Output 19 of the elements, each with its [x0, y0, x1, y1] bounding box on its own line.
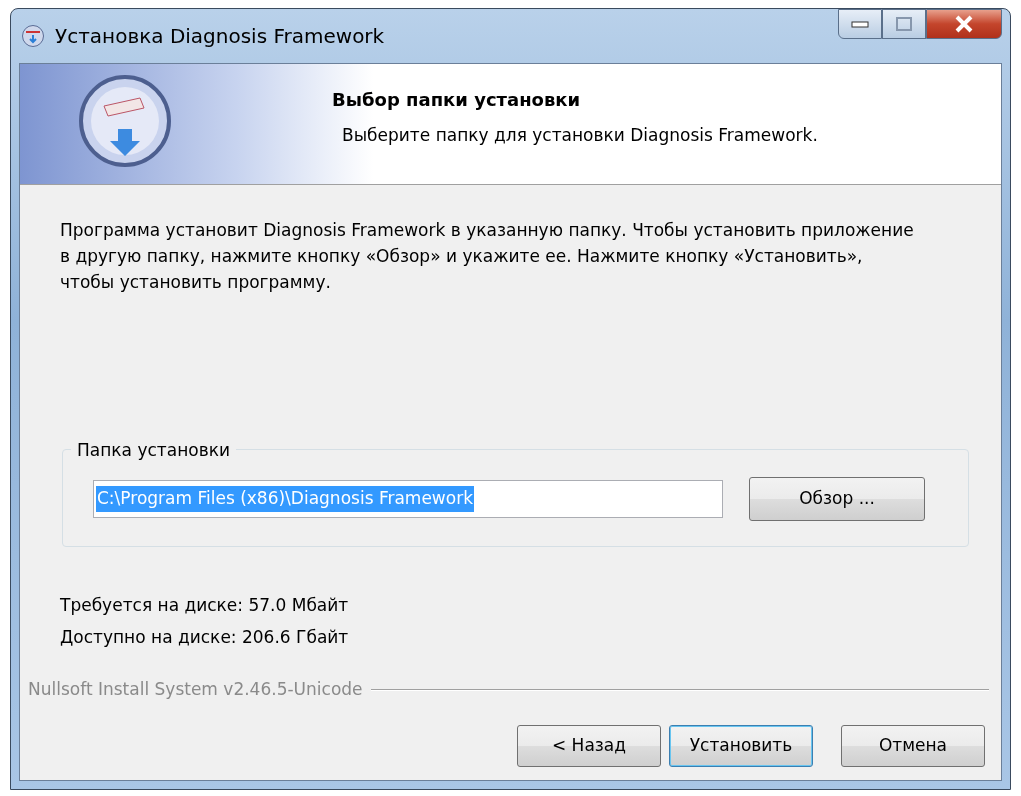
minimize-button[interactable] — [838, 9, 882, 39]
minimize-icon — [851, 20, 869, 28]
disk-space-text: Доступно на диске: 206.6 Гбайт — [60, 626, 350, 649]
close-button[interactable] — [926, 9, 1002, 39]
cancel-button[interactable]: Отмена — [841, 724, 985, 767]
maximize-icon — [895, 16, 913, 32]
branding-text: Nullsoft Install System v2.46.5-Unicode — [28, 678, 363, 701]
disk-space-text: Требуется на диске: 57.0 Мбайт — [60, 594, 350, 617]
install-button[interactable]: Установить — [669, 724, 813, 767]
close-icon — [953, 15, 975, 33]
window-title: Установка Diagnosis Framework — [55, 23, 385, 50]
installer-icon — [21, 24, 45, 48]
back-button[interactable]: < Назад — [517, 724, 661, 767]
disc-download-icon — [78, 74, 172, 168]
page-title: Выбор папки установки — [332, 88, 582, 112]
instruction-text: Программа установит Diagnosis Framework в указанную папку. Чтобы установить приложение в другую папку, нажмите кнопку «Обзор» и укажите ее. Нажмите кнопку «Установить», чтобы установить программу. — [60, 219, 915, 294]
maximize-button[interactable] — [882, 9, 926, 39]
browse-button[interactable]: Обзор ... — [749, 477, 925, 521]
page-subtitle: Выберите папку для установки Diagnosis Framework. — [342, 124, 818, 147]
